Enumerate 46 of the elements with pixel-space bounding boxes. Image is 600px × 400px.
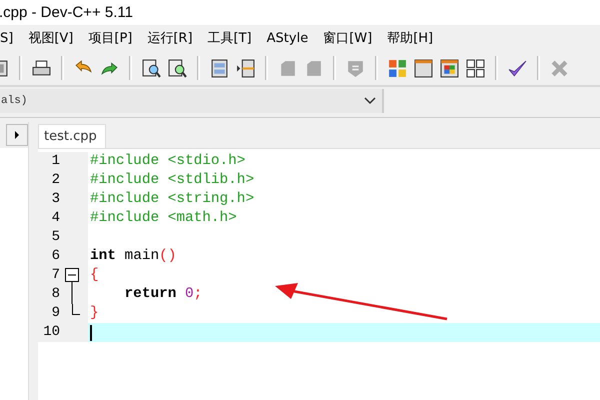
- code-text: #include <math.h>: [90, 209, 237, 228]
- menu-item[interactable]: 工具[T]: [208, 29, 252, 47]
- menu-item[interactable]: 项目[P]: [88, 29, 132, 47]
- checkmark-icon[interactable]: [508, 58, 527, 78]
- scope-dropdown[interactable]: als): [0, 89, 384, 113]
- line-number: 1: [50, 152, 60, 171]
- printer-icon[interactable]: [32, 58, 51, 78]
- scroll-right-button[interactable]: [6, 124, 28, 146]
- find-icon[interactable]: [142, 58, 161, 78]
- windows-grid-icon[interactable]: [440, 58, 459, 78]
- fold-toggle-icon[interactable]: [64, 266, 80, 285]
- code-text: int main(): [90, 247, 176, 266]
- file-tab[interactable]: test.cpp: [38, 124, 106, 148]
- code-text: #include <stdio.h>: [90, 152, 246, 171]
- menu-item[interactable]: AStyle: [266, 30, 308, 46]
- grid-icon[interactable]: [466, 58, 485, 78]
- triangle-right-icon: [14, 131, 20, 139]
- menu-item[interactable]: 视图[V]: [28, 29, 74, 47]
- line-number: 6: [50, 247, 60, 266]
- line-number: 4: [50, 209, 60, 228]
- menu-item[interactable]: 运行[R]: [147, 29, 193, 47]
- split-icon[interactable]: [210, 58, 229, 78]
- menu-item[interactable]: S]: [0, 30, 14, 46]
- code-text: return 0;: [124, 285, 202, 304]
- line-number: 2: [50, 171, 60, 190]
- line-number: 10: [42, 323, 60, 342]
- code-text: {: [90, 266, 99, 285]
- code-text: }: [90, 304, 99, 323]
- line-number: 9: [50, 304, 60, 323]
- window-title: .cpp - Dev-C++ 5.11: [0, 4, 133, 21]
- goto-icon[interactable]: [236, 58, 255, 78]
- replace-icon[interactable]: [168, 58, 187, 78]
- line-number: 3: [50, 190, 60, 209]
- tiles-icon[interactable]: [388, 58, 407, 78]
- line-number: 7: [50, 266, 60, 285]
- code-text: #include <stdlib.h>: [90, 171, 254, 190]
- menu-item[interactable]: 帮助[H]: [387, 29, 434, 47]
- line-number: 5: [50, 228, 60, 247]
- code-text: #include <string.h>: [90, 190, 254, 209]
- menu-item[interactable]: 窗口[W]: [323, 29, 372, 47]
- code-editor[interactable]: 1 #include <stdio.h> 2 #include <stdlib.h> 3 #include <string.h> 4 #include <math.h> 5 6 int main() 7 { 8 return 0; 9 } 10: [38, 149, 600, 400]
- chevron-down-icon: [364, 97, 376, 105]
- combo-value: als): [1, 95, 28, 107]
- window-icon[interactable]: [414, 58, 433, 78]
- text-cursor: [90, 324, 92, 340]
- line-number: 8: [50, 285, 60, 304]
